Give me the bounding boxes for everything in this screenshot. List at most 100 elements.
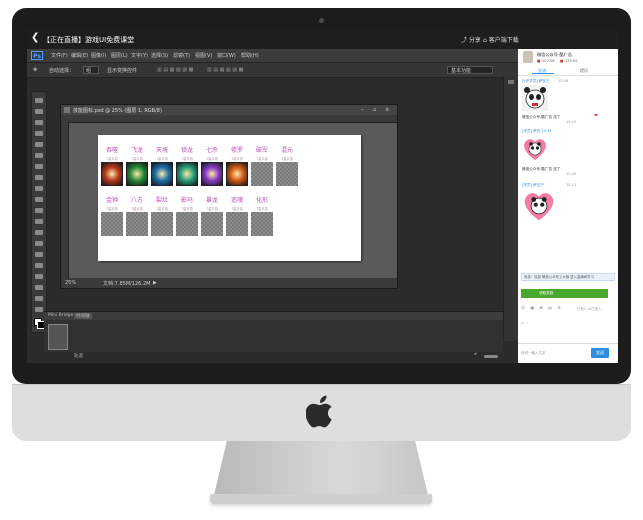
client-download-label: 客户端下载 <box>488 37 519 44</box>
shape-tool-icon[interactable] <box>35 285 43 290</box>
share-label: 分享 <box>468 37 481 44</box>
skill-icon-placeholder[interactable] <box>251 212 273 236</box>
menu-help[interactable]: 帮助(H) <box>241 52 259 59</box>
volume-slider[interactable] <box>484 355 498 358</box>
stat-gifts: 207.5B <box>542 59 555 63</box>
maximize-icon[interactable]: ▫ <box>373 107 376 113</box>
menu-edit[interactable]: 编辑(E) <box>71 52 88 59</box>
skill-subtitle: 7星手游 <box>131 157 143 161</box>
skill-icon[interactable] <box>176 162 198 186</box>
image-icon[interactable]: ▣ <box>530 305 534 310</box>
tab-mini-bridge[interactable]: Mini Bridge <box>48 313 73 318</box>
tab-timeline[interactable]: 时间轴 <box>74 313 92 319</box>
menu-select[interactable]: 选择(S) <box>151 52 168 59</box>
zoom-tool-icon[interactable] <box>35 307 43 312</box>
stat-gift-icon: ■ <box>537 59 541 63</box>
marquee-tool-icon[interactable] <box>35 109 43 114</box>
ps-panel-dock <box>503 76 519 341</box>
system-banner: 系统：欢迎 微信公众号上大咖 进入直播间学习 <box>521 273 615 281</box>
gift-box-icon[interactable]: ▤ <box>548 305 552 310</box>
share-button[interactable]: ⤴ 分享 <box>461 35 481 44</box>
panel-collapse-icon[interactable] <box>508 80 514 84</box>
path-select-icon[interactable] <box>35 274 43 279</box>
online-count: 已有1.1k已进入 <box>577 307 602 311</box>
document-info: 文档:7.85M/126.2M <box>103 281 151 287</box>
eraser-tool-icon[interactable] <box>35 208 43 213</box>
settings-icon[interactable]: ⚙ <box>557 305 561 310</box>
pen-tool-icon[interactable] <box>35 252 43 257</box>
chat-message-time: 15:09 <box>566 172 577 176</box>
menu-filter[interactable]: 滤镜(T) <box>173 52 190 59</box>
type-tool-icon[interactable] <box>35 263 43 268</box>
document-title: 技能图标.psd @ 25% (图层 1, RGB/8) <box>73 108 162 114</box>
skill-title: 追魂 <box>230 197 243 204</box>
hand-tool-icon[interactable] <box>35 296 43 301</box>
send-button[interactable]: 发送 <box>591 348 609 358</box>
skill-icon[interactable] <box>126 162 148 186</box>
skill-icon[interactable] <box>101 162 123 186</box>
menu-type[interactable]: 文字(Y) <box>131 52 148 59</box>
claim-reward-button[interactable]: 领取奖励 <box>521 289 608 298</box>
brush-tool-icon[interactable] <box>35 175 43 180</box>
gradient-tool-icon[interactable] <box>35 219 43 224</box>
chat-message-user: 微信公众号-酷广告 送了 <box>522 115 561 119</box>
magic-wand-icon[interactable] <box>35 131 43 136</box>
menu-image[interactable]: 图像(I) <box>91 52 106 59</box>
timeline-thumbnail[interactable] <box>48 324 68 350</box>
skill-icon-placeholder[interactable] <box>176 212 198 236</box>
menu-window[interactable]: 窗口(W) <box>217 52 236 59</box>
history-brush-icon[interactable] <box>35 197 43 202</box>
eyedropper-icon[interactable] <box>35 153 43 158</box>
workspace-label: 基本功能 <box>451 68 472 74</box>
close-icon[interactable]: × <box>385 107 389 113</box>
menu-view[interactable]: 视图(V) <box>195 52 212 59</box>
menu-file[interactable]: 文件(F) <box>51 52 68 59</box>
skill-icon-placeholder[interactable] <box>201 212 223 236</box>
ps-options-bar: ✥ 自动选择： 组 显示变换控件 ▥ ▤ ▦ ▧ ▨ ▩ ▥ ▤ ▦ ▧ ▨ ▩… <box>27 62 518 78</box>
skill-icon[interactable] <box>201 162 223 186</box>
align-icons[interactable]: ▥ ▤ ▦ ▧ ▨ ▩ <box>157 67 193 73</box>
crop-tool-icon[interactable] <box>35 142 43 147</box>
monitor-stand <box>214 441 428 495</box>
move-tool-icon[interactable]: ✥ <box>33 67 37 73</box>
flower-icon[interactable]: ✿ <box>540 305 543 310</box>
chat-message-time: 15:11 <box>566 183 577 187</box>
chat-input[interactable]: 你好~输入文字 <box>521 348 589 358</box>
stamp-tool-icon[interactable] <box>35 186 43 191</box>
skill-icon[interactable] <box>276 162 298 186</box>
skill-icon[interactable] <box>251 162 273 186</box>
client-download-button[interactable]: ⌂ 客户端下载 <box>483 35 519 44</box>
speaker-icon[interactable]: ◂ <box>474 352 476 357</box>
skill-icon-placeholder[interactable] <box>151 212 173 236</box>
back-arrow-icon[interactable]: ❮ <box>31 32 39 43</box>
bridge-tabs: Mini Bridge 时间轴 <box>44 312 503 320</box>
chat-tool-icons: ☺ ▣ ✿ ▤ ⚙ 已有1.1k已进入 <box>521 305 615 313</box>
minimize-icon[interactable]: – <box>361 107 364 113</box>
skill-icon-placeholder[interactable] <box>126 212 148 236</box>
skill-icon-placeholder[interactable] <box>101 212 123 236</box>
dodge-tool-icon[interactable] <box>35 241 43 246</box>
move-tool-icon[interactable] <box>35 98 43 103</box>
zoom-level[interactable]: 25% <box>65 280 76 286</box>
healing-brush-icon[interactable] <box>35 164 43 169</box>
distribute-icons[interactable]: ▥ ▤ ▦ ▧ ▨ ▩ <box>207 67 243 73</box>
skill-icon[interactable] <box>151 162 173 186</box>
tab-ask[interactable]: 提问 <box>580 68 588 74</box>
transform-controls-label[interactable]: 显示变换控件 <box>107 67 137 74</box>
emoji-icon[interactable]: ☺ <box>521 305 525 310</box>
panda-emoji-icon <box>522 85 548 111</box>
monitor-stand-base <box>210 494 432 504</box>
status-arrow-icon[interactable]: ▶ <box>153 280 157 286</box>
skill-icon-placeholder[interactable] <box>226 212 248 236</box>
skill-subtitle: 7星手游 <box>156 207 168 211</box>
auto-select-label[interactable]: 自动选择： <box>49 67 74 74</box>
claim-reward-label: 领取奖励 <box>539 291 554 295</box>
blur-tool-icon[interactable] <box>35 230 43 235</box>
menu-layer[interactable]: 图层(L) <box>111 52 128 59</box>
skill-icon[interactable] <box>226 162 248 186</box>
lasso-tool-icon[interactable] <box>35 120 43 125</box>
design-canvas[interactable]: 吞噬 7星手游 飞龙 7星手游 天境 7星手游 锁龙 7星手游 七杀 7星手游 修罗 7星手游 破军 7星… <box>98 135 361 261</box>
skill-title: 化形 <box>255 197 268 204</box>
skill-subtitle: 7星手游 <box>231 207 243 211</box>
skill-title: 天境 <box>155 147 168 154</box>
